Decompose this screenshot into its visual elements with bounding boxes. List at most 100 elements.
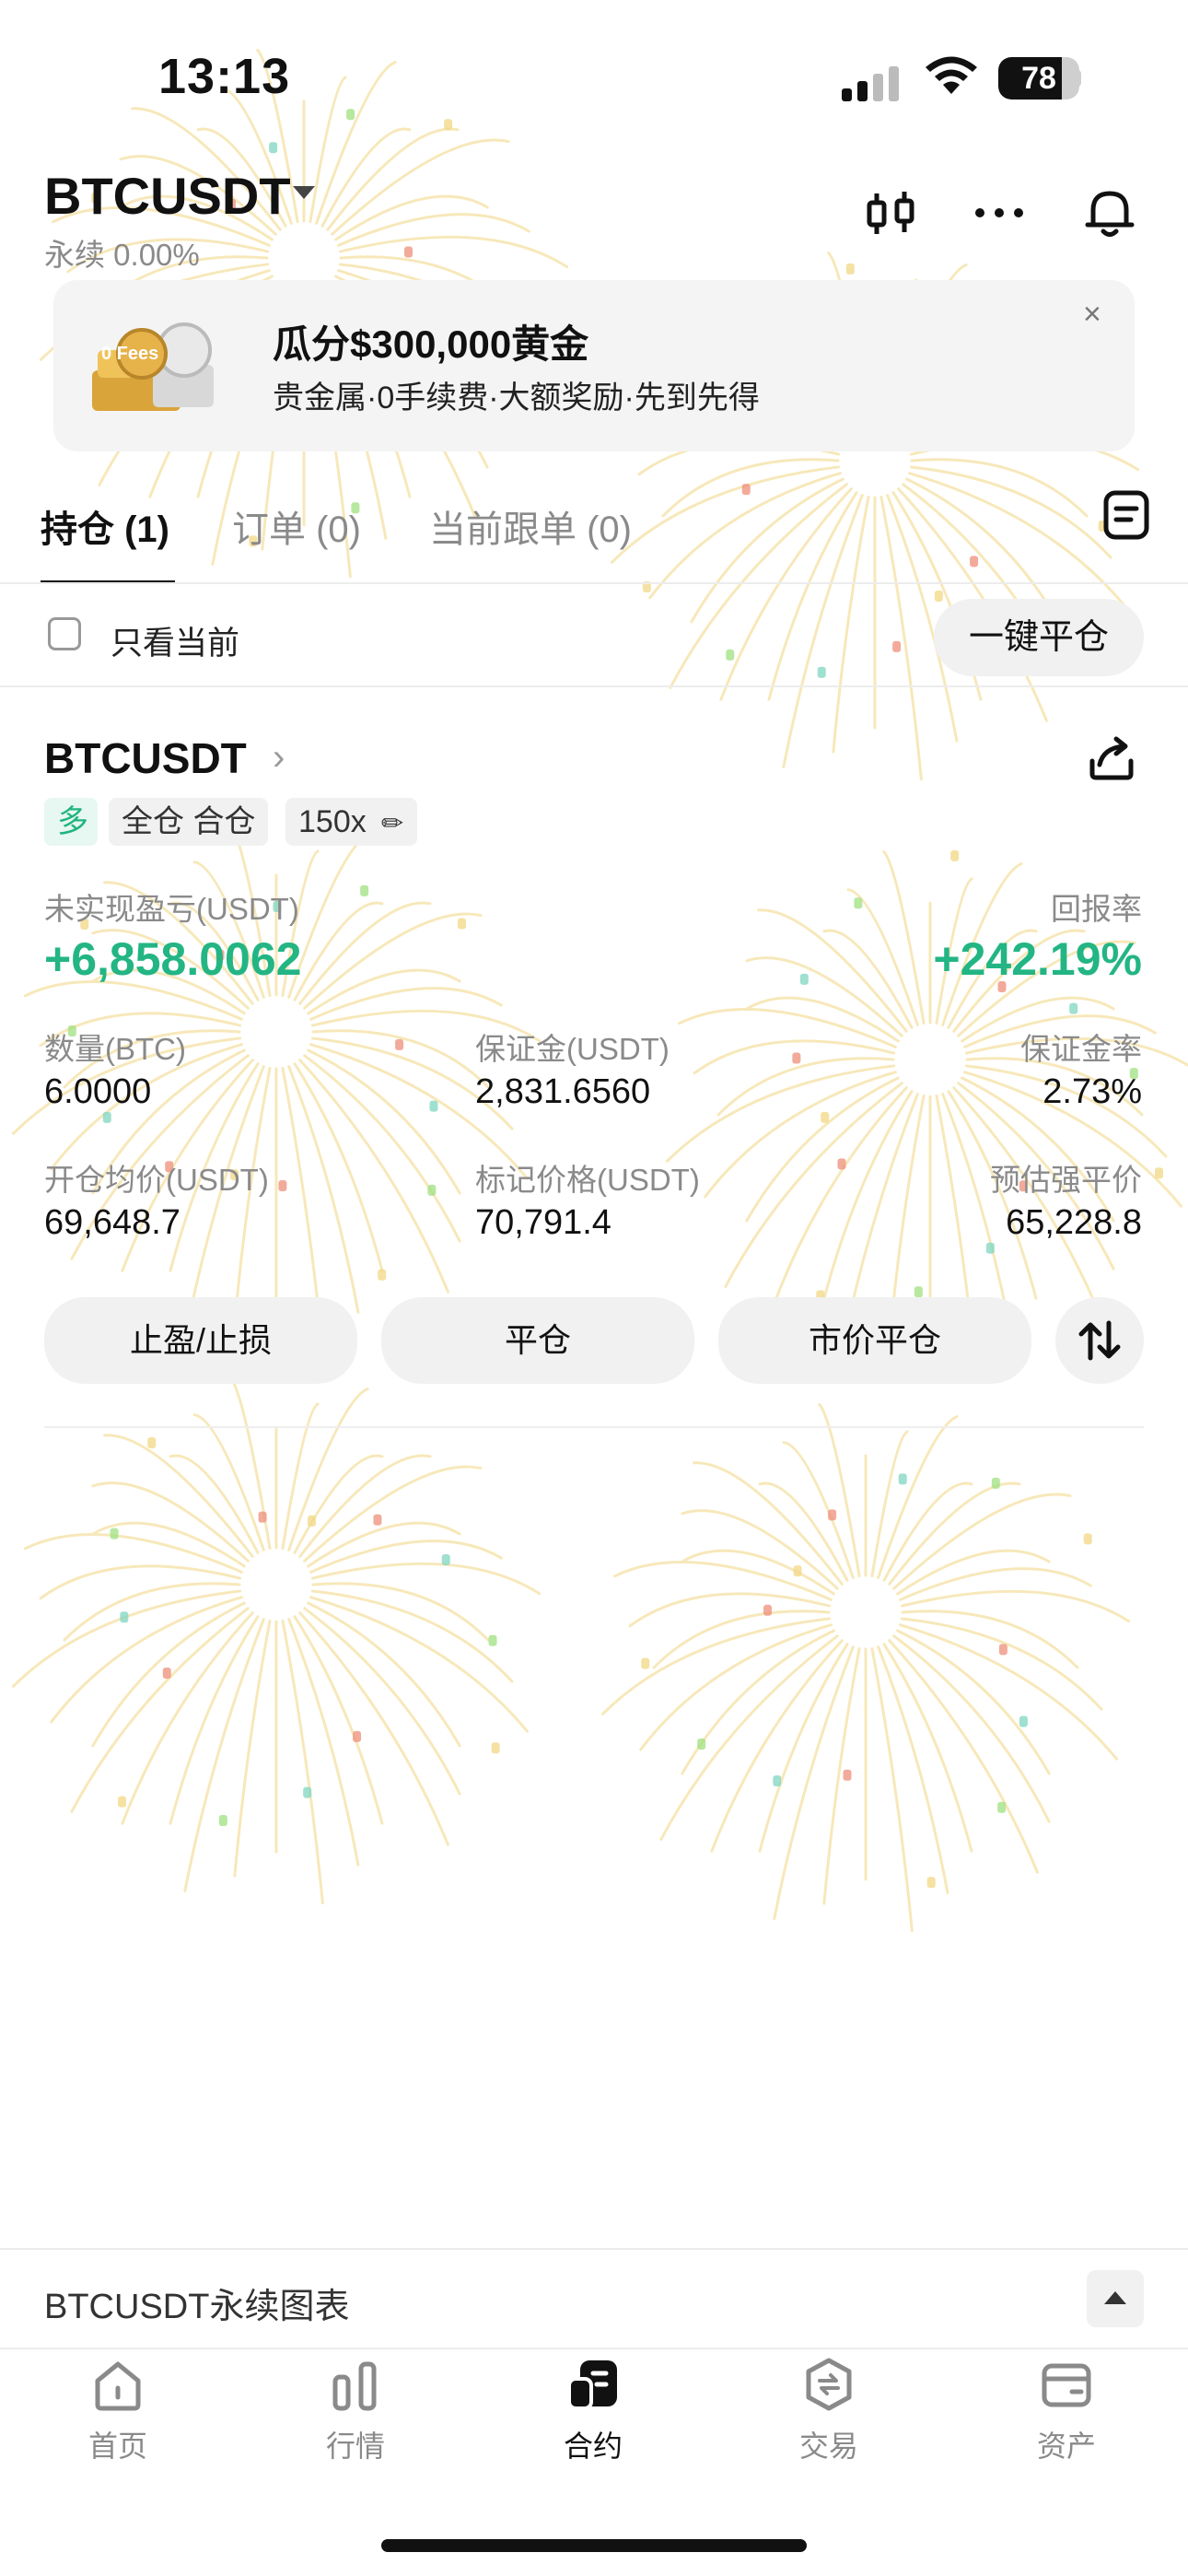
confetti-dot — [1083, 1533, 1092, 1545]
firework-streak — [822, 1646, 861, 1905]
liq-price-label: 预估强平价 — [990, 1163, 1142, 1197]
leverage-value: 150x — [298, 804, 367, 839]
confetti-dot — [147, 1437, 157, 1449]
banner-subtitle: 贵金属·0手续费·大额奖励·先到先得 — [273, 381, 760, 416]
firework-streak — [882, 849, 926, 1025]
chevron-right-icon[interactable]: › — [273, 737, 285, 779]
confetti-dot — [837, 1158, 846, 1170]
firework-streak — [888, 1639, 1039, 1874]
firework-streak — [50, 1596, 243, 1724]
firework-streak — [228, 1375, 272, 1551]
firework-streak — [610, 465, 841, 564]
firework-streak — [822, 1090, 914, 1300]
confetti-dot — [741, 484, 751, 496]
firework-streak — [169, 1615, 260, 1825]
divider — [0, 2248, 1188, 2250]
firework-streak — [303, 1465, 483, 1563]
firework-streak — [681, 1509, 839, 1590]
divider — [0, 2348, 1188, 2349]
close-all-button[interactable]: 一键平仓 — [934, 599, 1144, 676]
firework-streak — [681, 1629, 835, 1775]
chart-toggle-label[interactable]: BTCUSDT永续图表 — [44, 2277, 349, 2328]
firework-streak — [877, 1414, 959, 1579]
firework-streak — [652, 1610, 831, 1669]
firework-streak — [600, 1617, 832, 1715]
firework-streak — [690, 477, 844, 624]
candlestick-icon[interactable] — [858, 181, 923, 245]
confetti-dot — [991, 1477, 1000, 1489]
nav-assets[interactable]: 资产 — [993, 2355, 1140, 2465]
firework-streak — [310, 1589, 514, 1683]
margin-label: 保证金(USDT) — [475, 1032, 670, 1066]
nav-futures[interactable]: 合约 — [519, 2355, 667, 2465]
firework-streak — [719, 487, 853, 701]
document-icon[interactable] — [1101, 488, 1151, 542]
firework-streak — [899, 1623, 1119, 1761]
reverse-position-button[interactable] — [1055, 1297, 1144, 1384]
mark-price-value: 70,791.4 — [475, 1203, 611, 1242]
more-icon[interactable] — [967, 181, 1031, 245]
current-only-label: 只看当前 — [111, 626, 240, 662]
nav-trade[interactable]: 交易 — [755, 2355, 903, 2465]
confetti-dot — [792, 1052, 801, 1064]
firework-streak — [303, 912, 483, 1010]
entry-price-label: 开仓均价(USDT) — [44, 1163, 269, 1197]
nav-markets[interactable]: 行情 — [282, 2355, 429, 2465]
confetti-dot — [726, 649, 735, 661]
battery-cap — [1074, 70, 1081, 87]
nav-futures-label: 合约 — [563, 2430, 623, 2463]
firework-streak — [846, 888, 919, 1026]
chevron-up-icon[interactable] — [1087, 2270, 1144, 2327]
tab-orders[interactable]: 订单 (0) — [232, 499, 361, 553]
confetti-dot — [1155, 1167, 1164, 1179]
tab-positions[interactable]: 持仓 (1) — [41, 499, 169, 553]
confetti-dot — [845, 263, 855, 275]
confetti-dot — [378, 1269, 387, 1281]
futures-icon — [567, 2360, 617, 2410]
firework-streak — [782, 1441, 855, 1579]
confetti-dot — [346, 109, 355, 121]
firework-streak — [693, 1039, 896, 1075]
firework-streak — [192, 1413, 265, 1551]
confetti-dot — [898, 1473, 907, 1485]
entry-price-value: 69,648.7 — [44, 1203, 181, 1242]
firework-streak — [39, 1564, 242, 1600]
current-only-checkbox[interactable] — [48, 617, 81, 650]
tpsl-button[interactable]: 止盈/止损 — [44, 1297, 357, 1384]
confetti-dot — [970, 556, 979, 568]
home-icon — [95, 2361, 141, 2411]
firework-streak — [311, 1582, 490, 1642]
firework-streak — [309, 987, 503, 1021]
tab-copy-trading[interactable]: 当前跟单 (0) — [429, 499, 632, 553]
confetti-dot — [118, 1796, 127, 1808]
nav-home[interactable]: 首页 — [44, 2355, 192, 2465]
firework-streak — [70, 1607, 250, 1813]
firework-streak — [91, 1601, 246, 1748]
pair-selector[interactable]: BTCUSDT — [44, 166, 291, 226]
edit-icon: ✎ — [375, 805, 411, 841]
confetti-dot — [914, 1286, 923, 1298]
firework-streak — [767, 491, 858, 701]
position-symbol[interactable]: BTCUSDT — [44, 733, 247, 783]
confetti-dot — [269, 142, 278, 154]
firework-streak — [23, 980, 243, 1021]
close-icon[interactable]: × — [1083, 297, 1101, 333]
firework-streak — [298, 901, 432, 1005]
confetti-dot — [278, 1179, 287, 1191]
caret-down-icon[interactable] — [293, 186, 315, 199]
trade-icon — [806, 2358, 852, 2411]
firework-streak — [669, 483, 848, 689]
firework-streak — [677, 1008, 897, 1048]
firework-streak — [818, 1402, 861, 1578]
bell-icon[interactable] — [1077, 181, 1142, 245]
close-position-button[interactable]: 平仓 — [381, 1297, 694, 1384]
firework-streak — [293, 901, 384, 1001]
confetti-dot — [1019, 1715, 1028, 1727]
leverage-tag[interactable]: 150x ✎ — [285, 798, 417, 846]
firework-streak — [775, 1086, 908, 1300]
firework-streak — [901, 1610, 1079, 1669]
firework-streak — [326, 127, 460, 231]
share-icon[interactable] — [1087, 733, 1136, 781]
market-close-button[interactable]: 市价平仓 — [718, 1297, 1031, 1384]
firework-streak — [293, 1615, 384, 1825]
